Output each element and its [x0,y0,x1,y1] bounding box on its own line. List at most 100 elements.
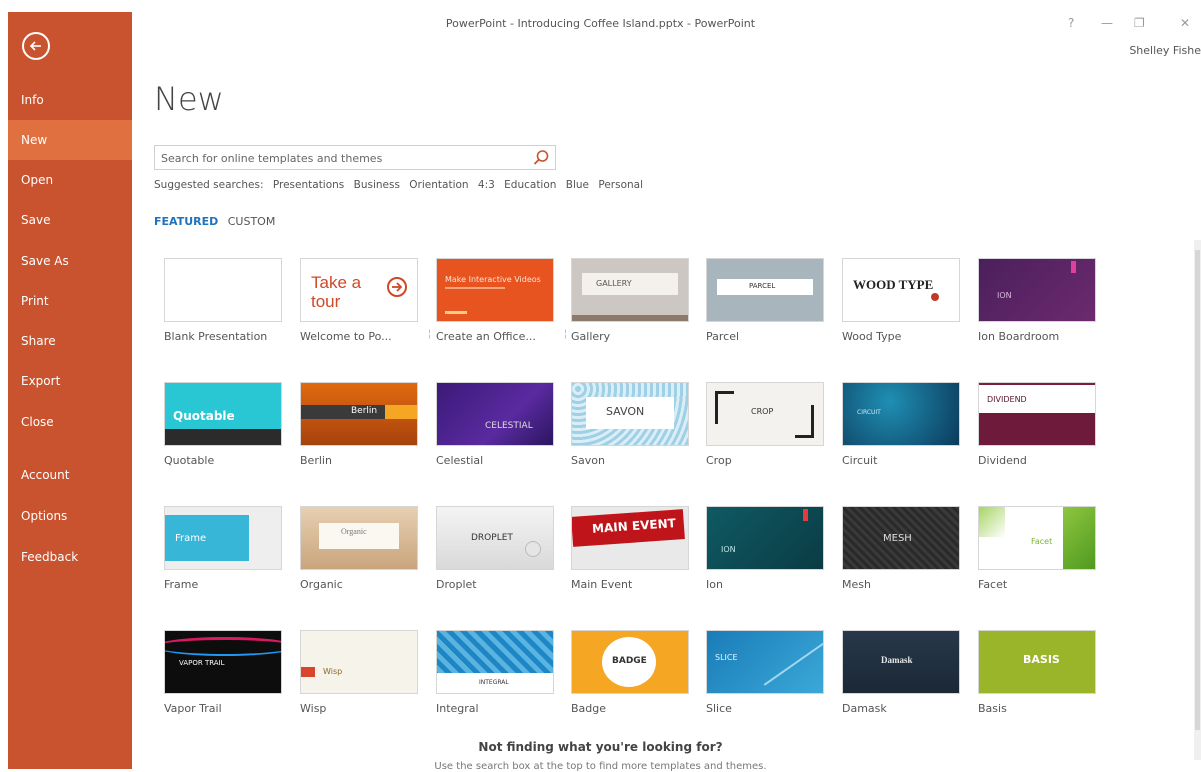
pin-icon[interactable]: ╎ [563,330,568,340]
template-name: Vapor Trail [164,702,222,715]
template-name: Organic [300,578,343,591]
suggested-link[interactable]: Blue [566,179,589,191]
template-tile[interactable]: BASIS Basis [978,630,1096,715]
minimize-icon[interactable]: — [1101,16,1113,30]
template-thumbnail: MESH [842,506,960,570]
thumb-label: CIRCUIT [857,409,881,416]
template-thumbnail: CROP [706,382,824,446]
template-thumbnail: DROPLET [436,506,554,570]
template-tile[interactable]: MESH Mesh [842,506,960,591]
tab-featured[interactable]: FEATURED [154,215,218,228]
template-tabs: FEATURED CUSTOM [154,215,281,228]
nav-item-new[interactable]: New [8,120,132,160]
suggested-link[interactable]: Orientation [409,179,468,191]
template-thumbnail: Take a tour [300,258,418,322]
suggested-link[interactable]: 4:3 [478,179,495,191]
template-tile[interactable]: MAIN EVENT Main Event [571,506,689,591]
template-tile[interactable]: PARCEL Parcel [706,258,824,343]
thumb-label: Damask [881,655,913,665]
template-tile[interactable]: Facet Facet [978,506,1096,591]
not-finding-heading: Not finding what you're looking for? [478,740,723,754]
scrollbar-thumb[interactable] [1195,250,1200,730]
template-tile[interactable]: Take a tour Welcome to Po... ╎ [300,258,432,343]
template-tile[interactable]: Blank Presentation [164,258,282,343]
suggested-link[interactable]: Education [504,179,556,191]
nav-item-options[interactable]: Options [8,496,132,536]
not-finding-hint: Use the search box at the top to find mo… [434,761,767,772]
template-tile[interactable]: ION Ion [706,506,824,591]
thumb-label: Make Interactive Videos [445,275,541,284]
close-icon[interactable]: ✕ [1180,16,1190,30]
tab-custom[interactable]: CUSTOM [228,215,276,228]
template-tile[interactable]: INTEGRAL Integral [436,630,554,715]
nav-item-print[interactable]: Print [8,281,132,321]
template-name: Crop [706,454,732,467]
template-thumbnail: BASIS [978,630,1096,694]
backstage-sidebar: Info New Open Save Save As Print Share E… [8,12,132,769]
template-thumbnail: CIRCUIT [842,382,960,446]
thumb-label: Facet [1031,537,1053,546]
template-tile[interactable]: Frame Frame [164,506,282,591]
user-name[interactable]: Shelley Fishe [1129,44,1201,57]
template-thumbnail: VAPOR TRAIL [164,630,282,694]
template-name: Wisp [300,702,327,715]
template-tile[interactable]: WOOD TYPE Wood Type [842,258,960,343]
search-icon[interactable] [531,148,551,168]
nav-item-feedback[interactable]: Feedback [8,537,132,577]
template-tile[interactable]: ION Ion Boardroom [978,258,1096,343]
template-thumbnail: Facet [978,506,1096,570]
thumb-label: CELESTIAL [485,421,533,431]
template-tile[interactable]: GALLERY Gallery [571,258,689,343]
template-search [154,145,556,170]
template-tile[interactable]: Damask Damask [842,630,960,715]
template-thumbnail: INTEGRAL [436,630,554,694]
template-name: Gallery [571,330,611,343]
thumb-label: GALLERY [596,279,632,288]
nav-item-save-as[interactable]: Save As [8,241,132,281]
template-tile[interactable]: Quotable Quotable [164,382,282,467]
template-tile[interactable]: DIVIDEND Dividend [978,382,1096,467]
suggested-link[interactable]: Personal [598,179,643,191]
template-thumbnail: MAIN EVENT [571,506,689,570]
template-name: Mesh [842,578,871,591]
search-input[interactable] [159,146,523,170]
suggested-link[interactable]: Business [354,179,400,191]
suggested-link[interactable]: Presentations [273,179,344,191]
nav-item-share[interactable]: Share [8,321,132,361]
template-tile[interactable]: Organic Organic [300,506,418,591]
template-thumbnail [164,258,282,322]
template-tile[interactable]: Wisp Wisp [300,630,418,715]
nav-item-account[interactable]: Account [8,455,132,495]
template-tile[interactable]: CELESTIAL Celestial [436,382,554,467]
template-tile[interactable]: BADGE Badge [571,630,689,715]
nav-item-open[interactable]: Open [8,160,132,200]
template-name: Wood Type [842,330,902,343]
template-tile[interactable]: SAVON Savon [571,382,689,467]
thumb-label: ION [721,545,736,554]
template-name: Damask [842,702,887,715]
nav-item-close[interactable]: Close [8,402,132,442]
template-tile[interactable]: Berlin Berlin [300,382,418,467]
template-tile[interactable]: VAPOR TRAIL Vapor Trail [164,630,282,715]
template-tile[interactable]: Make Interactive Videos Create an Office… [436,258,568,343]
template-name: Frame [164,578,199,591]
nav-item-export[interactable]: Export [8,361,132,401]
nav-item-info[interactable]: Info [8,80,132,120]
template-tile[interactable]: DROPLET Droplet [436,506,554,591]
template-thumbnail: ION [706,506,824,570]
template-name: Droplet [436,578,477,591]
template-name: Circuit [842,454,878,467]
back-arrow-icon[interactable] [22,32,50,60]
thumb-label: MESH [883,533,912,544]
template-tile[interactable]: SLICE Slice [706,630,824,715]
arrow-right-circle-icon [387,277,407,297]
template-thumbnail: Wisp [300,630,418,694]
help-icon[interactable]: ? [1068,16,1074,30]
template-tile[interactable]: CIRCUIT Circuit [842,382,960,467]
restore-icon[interactable]: ❐ [1134,16,1145,30]
template-name: Welcome to Po... [300,330,392,343]
nav-item-save[interactable]: Save [8,200,132,240]
template-name: Basis [978,702,1007,715]
template-tile[interactable]: CROP Crop [706,382,824,467]
pin-icon[interactable]: ╎ [427,330,432,340]
